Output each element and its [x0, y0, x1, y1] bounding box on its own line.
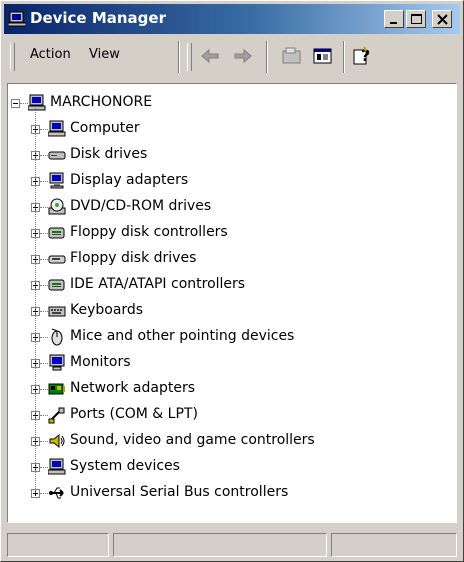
tree-item-label: DVD/CD-ROM drives	[70, 198, 212, 214]
tree-item-label: Keyboards	[70, 302, 144, 318]
status-panel-2	[113, 533, 327, 557]
tree-item-label: Network adapters	[70, 380, 195, 396]
keyboard-icon	[48, 302, 66, 320]
device-tree[interactable]: MARCHONORE Computer Disk drives Display ad…	[7, 83, 457, 523]
tree-line	[35, 108, 37, 493]
view-menu-label: View	[89, 47, 120, 62]
minimize-button[interactable]	[384, 10, 404, 28]
tree-item-label: Computer	[70, 120, 140, 136]
network-adapter-icon	[48, 380, 66, 398]
tree-item[interactable]: Sound, video and game controllers	[8, 431, 448, 451]
tree-item-label: Monitors	[70, 354, 131, 370]
maximize-button[interactable]	[406, 10, 426, 28]
tree-root[interactable]: MARCHONORE	[8, 93, 448, 113]
system-devices-icon	[47, 458, 66, 476]
tree-item[interactable]: DVD/CD-ROM drives	[8, 197, 448, 217]
computer-icon	[27, 94, 46, 112]
tree-item[interactable]: Disk drives	[8, 145, 448, 165]
tree-item-label: System devices	[70, 458, 180, 474]
monitor-icon	[48, 354, 66, 372]
help-icon[interactable]: ?	[352, 45, 374, 67]
menu-grip[interactable]	[10, 43, 15, 71]
tree-item-label: Disk drives	[70, 146, 148, 162]
tree-item[interactable]: Universal Serial Bus controllers	[8, 483, 448, 503]
tree-item-label: Floppy disk controllers	[70, 224, 228, 240]
display-adapter-icon	[48, 172, 66, 190]
tree-item[interactable]: Ports (COM & LPT)	[8, 405, 448, 425]
tree-item-label: Ports (COM & LPT)	[70, 406, 198, 422]
status-panel-1	[7, 533, 109, 557]
controller-icon	[48, 224, 66, 242]
controller-icon	[48, 276, 66, 294]
tree-item-label: Mice and other pointing devices	[70, 328, 295, 344]
cdrom-icon	[48, 198, 66, 216]
tree-item[interactable]: Floppy disk drives	[8, 249, 448, 269]
disk-drive-icon	[48, 146, 66, 164]
toolbar-grip[interactable]	[187, 43, 192, 71]
tree-item[interactable]: Display adapters	[8, 171, 448, 191]
close-button[interactable]	[432, 10, 452, 28]
port-icon	[48, 406, 66, 424]
status-panel-3	[331, 533, 457, 557]
title-bar[interactable]: Device Manager	[4, 4, 460, 34]
up-folder-icon[interactable]	[281, 45, 303, 67]
toolbar-separator	[343, 41, 345, 73]
back-arrow-icon[interactable]	[199, 45, 221, 67]
usb-icon	[48, 484, 66, 502]
tree-item-label: Sound, video and game controllers	[70, 432, 315, 448]
tree-item-label: Universal Serial Bus controllers	[70, 484, 289, 500]
tree-item[interactable]: Monitors	[8, 353, 448, 373]
action-menu-label: Action	[30, 47, 71, 62]
tree-item-label: IDE ATA/ATAPI controllers	[70, 276, 246, 292]
device-manager-icon	[7, 11, 27, 27]
window-title: Device Manager	[30, 9, 166, 27]
properties-icon[interactable]	[312, 45, 334, 67]
collapse-icon[interactable]	[11, 99, 20, 108]
toolbar-separator	[266, 41, 268, 73]
tree-item-label: Display adapters	[70, 172, 189, 188]
tree-item-label: Floppy disk drives	[70, 250, 197, 266]
root-label: MARCHONORE	[50, 94, 153, 110]
status-bar	[7, 533, 459, 557]
toolbar-separator	[178, 41, 180, 73]
forward-arrow-icon[interactable]	[232, 45, 254, 67]
sound-icon	[48, 432, 66, 450]
tree-item[interactable]: Network adapters	[8, 379, 448, 399]
tree-item[interactable]: System devices	[8, 457, 448, 477]
floppy-drive-icon	[48, 250, 66, 268]
mouse-icon	[48, 328, 66, 346]
tree-item[interactable]: Floppy disk controllers	[8, 223, 448, 243]
toolbar: Action View ?	[4, 37, 460, 75]
tree-item[interactable]: Computer	[8, 119, 448, 139]
tree-item[interactable]: Keyboards	[8, 301, 448, 321]
view-menu[interactable]: View	[89, 47, 120, 62]
tree-item[interactable]: Mice and other pointing devices	[8, 327, 448, 347]
device-manager-window: Device Manager Action View ? MARCHONORE …	[0, 0, 464, 562]
action-menu[interactable]: Action	[30, 47, 71, 62]
tree-item[interactable]: IDE ATA/ATAPI controllers	[8, 275, 448, 295]
computer-icon	[47, 120, 66, 138]
